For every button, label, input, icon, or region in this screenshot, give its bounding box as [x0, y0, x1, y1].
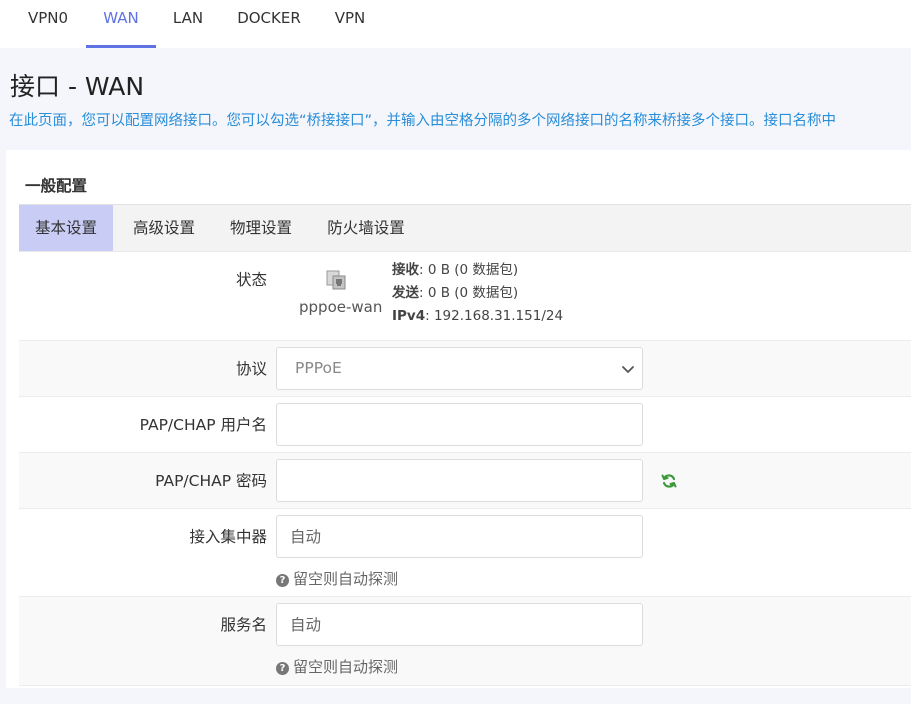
protocol-selected-value: PPPoE — [295, 359, 342, 377]
section-title: 一般配置 — [25, 177, 88, 195]
tab-docker[interactable]: DOCKER — [226, 0, 312, 48]
top-tab-bar: VPN0 WAN LAN DOCKER VPN — [0, 0, 911, 48]
password-input[interactable] — [276, 459, 643, 502]
username-row: PAP/CHAP 用户名 — [19, 397, 911, 453]
service-row: 服务名 ? 留空则自动探测 — [19, 597, 911, 686]
tab-vpn[interactable]: VPN — [322, 0, 378, 48]
tab-vpn0[interactable]: VPN0 — [14, 0, 82, 48]
ipv4-label: IPv4 — [392, 308, 426, 324]
concentrator-help: ? 留空则自动探测 — [276, 568, 398, 589]
tx-label: 发送 — [392, 285, 419, 301]
page-title: 接口 - WAN — [10, 72, 145, 101]
tab-lan[interactable]: LAN — [160, 0, 216, 48]
status-ipv4-line: IPv4: 192.168.31.151/24 — [392, 305, 563, 328]
concentrator-help-text: 留空则自动探测 — [293, 570, 399, 588]
status-row: 状态 pppoe-wan 接收: 0 B (0 数据包) 发送: 0 B (0 … — [19, 252, 911, 341]
subtab-firewall[interactable]: 防火墙设置 — [316, 205, 416, 251]
page-description: 在此页面，您可以配置网络接口。您可以勾选“桥接接口”，并输入由空格分隔的多个网络… — [9, 113, 837, 129]
concentrator-row: 接入集中器 ? 留空则自动探测 — [19, 509, 911, 597]
subtab-advanced[interactable]: 高级设置 — [121, 205, 207, 251]
status-details: 接收: 0 B (0 数据包) 发送: 0 B (0 数据包) IPv4: 19… — [392, 259, 563, 328]
concentrator-label: 接入集中器 — [189, 528, 267, 546]
rx-label: 接收 — [392, 262, 419, 278]
ipv4-value: : 192.168.31.151/24 — [425, 308, 564, 324]
protocol-label: 协议 — [235, 360, 267, 378]
protocol-select[interactable]: PPPoE — [276, 347, 643, 390]
username-label: PAP/CHAP 用户名 — [139, 416, 267, 434]
password-label: PAP/CHAP 密码 — [155, 472, 267, 490]
refresh-icon[interactable] — [661, 473, 677, 489]
ethernet-port-icon — [326, 270, 346, 290]
password-row: PAP/CHAP 密码 — [19, 453, 911, 509]
status-label: 状态 — [235, 271, 267, 289]
question-circle-icon: ? — [276, 574, 289, 587]
protocol-row: 协议 PPPoE — [19, 341, 911, 397]
settings-card: 一般配置 基本设置 高级设置 物理设置 防火墙设置 状态 pppoe-wan 接… — [6, 150, 911, 688]
service-help-text: 留空则自动探测 — [293, 658, 399, 676]
tab-wan[interactable]: WAN — [86, 0, 156, 48]
service-label: 服务名 — [220, 616, 267, 634]
username-input[interactable] — [276, 403, 643, 446]
status-tx-line: 发送: 0 B (0 数据包) — [392, 282, 563, 305]
subtab-basic[interactable]: 基本设置 — [19, 205, 113, 251]
tx-value: : 0 B (0 数据包) — [419, 285, 519, 301]
subtab-physical[interactable]: 物理设置 — [218, 205, 304, 251]
question-circle-icon: ? — [276, 662, 289, 675]
status-rx-line: 接收: 0 B (0 数据包) — [392, 259, 563, 282]
chevron-down-icon — [622, 366, 634, 373]
service-input[interactable] — [276, 603, 643, 646]
service-help: ? 留空则自动探测 — [276, 656, 398, 677]
status-interface-name: pppoe-wan — [299, 298, 383, 316]
rx-value: : 0 B (0 数据包) — [419, 262, 519, 278]
settings-subtab-bar: 基本设置 高级设置 物理设置 防火墙设置 — [19, 204, 911, 252]
concentrator-input[interactable] — [276, 515, 643, 558]
